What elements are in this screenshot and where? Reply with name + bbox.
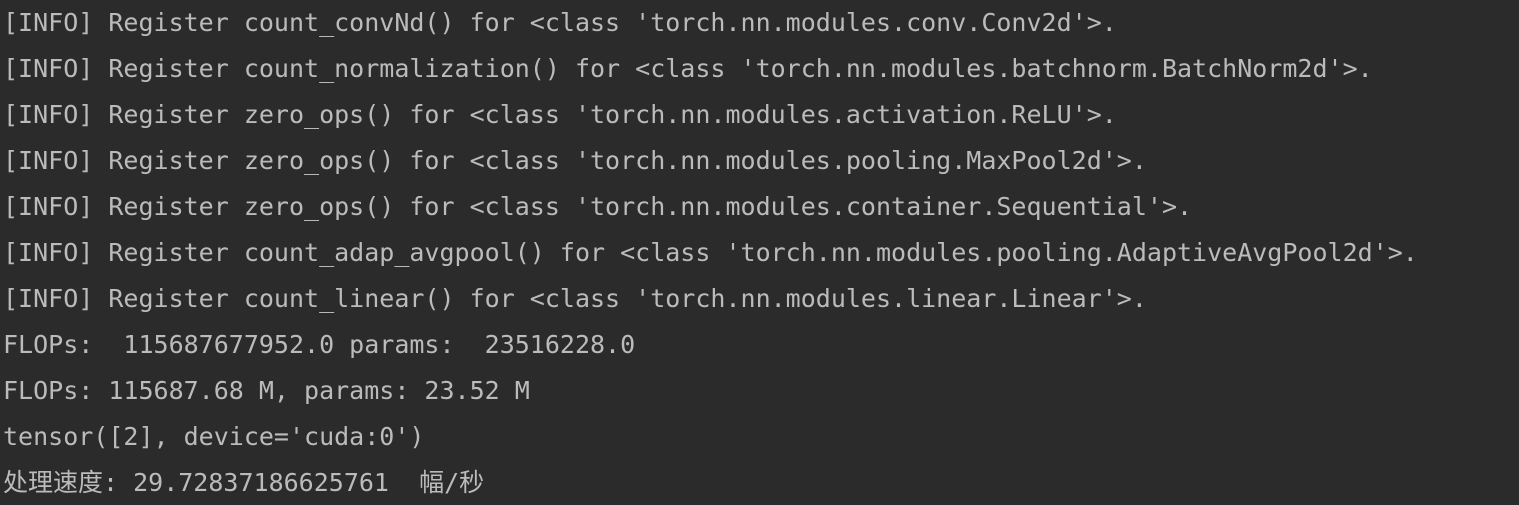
console-line-register-adaptive-avgpool: [INFO] Register count_adap_avgpool() for… bbox=[3, 238, 1418, 267]
console-line-register-linear: [INFO] Register count_linear() for <clas… bbox=[3, 284, 1147, 313]
console-line-tensor-output: tensor([2], device='cuda:0') bbox=[3, 422, 425, 451]
run-console-output[interactable]: [INFO] Register count_convNd() for <clas… bbox=[0, 0, 1519, 505]
console-line-register-sequential: [INFO] Register zero_ops() for <class 't… bbox=[3, 192, 1193, 221]
console-line-register-conv: [INFO] Register count_convNd() for <clas… bbox=[3, 8, 1117, 37]
console-line-flops-formatted: FLOPs: 115687.68 M, params: 23.52 M bbox=[3, 376, 530, 405]
console-line-processing-speed: 处理速度: 29.72837186625761 幅/秒 bbox=[3, 468, 485, 497]
console-line-flops-raw: FLOPs: 115687677952.0 params: 23516228.0 bbox=[3, 330, 636, 359]
console-line-register-relu: [INFO] Register zero_ops() for <class 't… bbox=[3, 100, 1117, 129]
console-line-register-batchnorm: [INFO] Register count_normalization() fo… bbox=[3, 54, 1373, 83]
console-line-register-maxpool: [INFO] Register zero_ops() for <class 't… bbox=[3, 146, 1147, 175]
